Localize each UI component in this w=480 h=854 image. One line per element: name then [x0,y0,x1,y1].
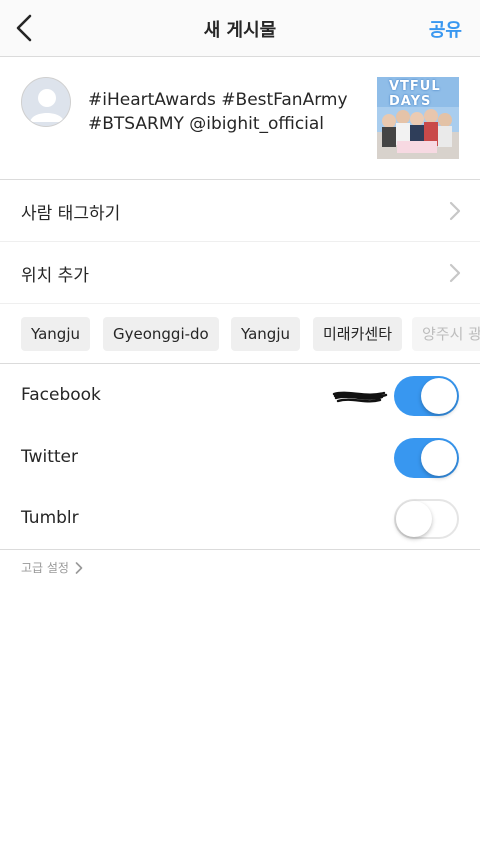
twitter-label: Twitter [21,447,78,467]
location-chip[interactable]: Yangju [231,317,300,351]
advanced-settings-label: 고급 설정 [21,561,69,575]
location-chip[interactable]: 양주시 광 [412,317,480,351]
facebook-label: Facebook [21,385,101,405]
chevron-right-icon [75,562,83,574]
tumblr-label: Tumblr [21,508,79,528]
add-location-row[interactable]: 위치 추가 [0,242,480,304]
toggle-knob [421,378,457,414]
share-facebook-row: Facebook [0,366,480,427]
avatar [21,77,71,127]
thumbnail-text: VTFUL DAYS [389,79,441,109]
share-button[interactable]: 공유 [429,16,462,42]
location-suggestions: Yangju Gyeonggi-do Yangju 미래카센타 양주시 광 [0,305,480,364]
post-composer: #iHeartAwards #BestFanArmy #BTSARMY @ibi… [0,57,480,180]
top-bar: 새 게시물 공유 [0,0,480,57]
chevron-right-icon [449,201,461,221]
twitter-toggle[interactable] [394,438,459,478]
tumblr-toggle[interactable] [394,499,459,539]
page-title: 새 게시물 [203,20,277,41]
advanced-settings-link[interactable]: 고급 설정 [21,559,83,576]
share-twitter-row: Twitter [0,428,480,489]
chevron-right-icon [449,263,461,283]
location-chip[interactable]: Yangju [21,317,90,351]
location-chip[interactable]: 미래카센타 [313,317,403,351]
location-chip[interactable]: Gyeonggi-do [103,317,219,351]
section-divider [0,549,480,550]
tag-people-label: 사람 태그하기 [21,204,121,224]
toggle-knob [396,501,432,537]
post-thumbnail: VTFUL DAYS [377,77,459,159]
redaction-scribble [332,391,388,403]
share-tumblr-row: Tumblr [0,489,480,550]
facebook-toggle[interactable] [394,376,459,416]
caption-text[interactable]: #iHeartAwards #BestFanArmy #BTSARMY @ibi… [88,88,358,136]
add-location-label: 위치 추가 [21,266,89,286]
default-avatar-icon [22,78,70,126]
toggle-knob [421,440,457,476]
tag-people-row[interactable]: 사람 태그하기 [0,180,480,242]
